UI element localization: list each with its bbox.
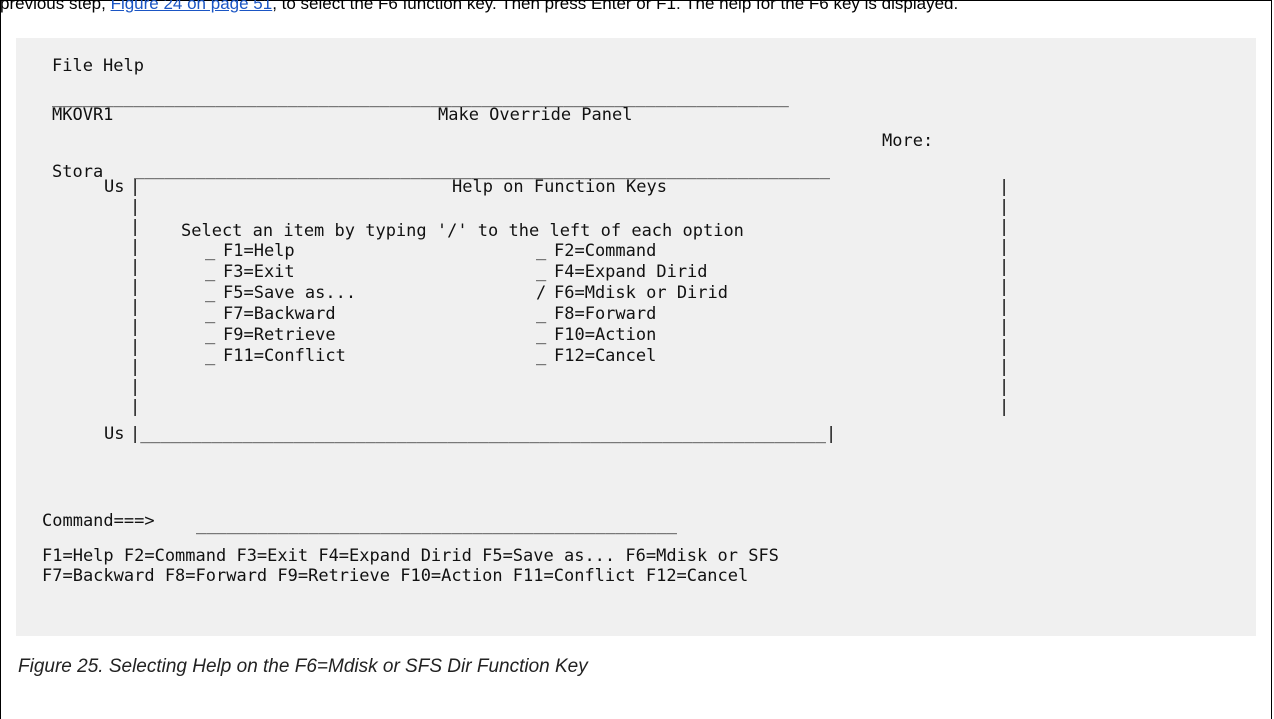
user-label-bottom: Us: [104, 424, 125, 444]
option-f8-select[interactable]: _: [536, 304, 546, 324]
figure-caption: Figure 25. Selecting Help on the F6=Mdis…: [18, 656, 588, 677]
command-input[interactable]: ________________________________________…: [196, 515, 677, 535]
option-f4-select[interactable]: _: [536, 262, 546, 282]
intro-text: previous step, Figure 24 on page 51, to …: [0, 0, 958, 14]
panel-title: Make Override Panel: [438, 105, 633, 125]
option-f9-label: F9=Retrieve: [223, 325, 336, 345]
option-f10-label: F10=Action: [554, 325, 657, 345]
option-f7-select[interactable]: _: [205, 304, 215, 324]
option-f11-label: F11=Conflict: [223, 346, 346, 366]
figure-link[interactable]: Figure 24 on page 51: [111, 0, 273, 13]
intro-before: previous step,: [0, 0, 111, 13]
command-label: Command===>: [42, 511, 155, 531]
option-f11-select[interactable]: _: [205, 346, 215, 366]
popup-instruction: Select an item by typing '/' to the left…: [181, 221, 744, 241]
option-f5-select[interactable]: _: [205, 283, 215, 303]
menu-file[interactable]: File: [52, 56, 93, 76]
option-f5-label: F5=Save as...: [223, 283, 357, 303]
option-f6-select[interactable]: /: [536, 283, 546, 303]
option-f3-select[interactable]: _: [205, 262, 215, 282]
option-f2-select[interactable]: _: [536, 241, 546, 261]
header-separator: ________________________________________…: [52, 88, 789, 108]
popup-bottom-border: |_______________________________________…: [130, 424, 837, 444]
option-f10-select[interactable]: _: [536, 325, 546, 345]
popup-left-border: | | | | | | | | | | | |: [130, 177, 141, 417]
option-f12-select[interactable]: _: [536, 346, 546, 366]
popup-right-border: | | | | | | | | | | | |: [999, 177, 1010, 417]
option-f4-label: F4=Expand Dirid: [554, 262, 708, 282]
option-f8-label: F8=Forward: [554, 304, 657, 324]
menu-help[interactable]: Help: [103, 56, 144, 76]
popup-title: Help on Function Keys: [452, 177, 667, 197]
option-f7-label: F7=Backward: [223, 304, 336, 324]
option-f9-select[interactable]: _: [205, 325, 215, 345]
storage-label: Stora: [52, 162, 104, 182]
function-keys-line-1: F1=Help F2=Command F3=Exit F4=Expand Dir…: [42, 546, 779, 566]
function-keys-line-2: F7=Backward F8=Forward F9=Retrieve F10=A…: [42, 566, 749, 586]
option-f6-label: F6=Mdisk or Dirid: [554, 283, 728, 303]
more-indicator: More:: [882, 131, 934, 151]
option-f3-label: F3=Exit: [223, 262, 295, 282]
intro-after: , to select the F6 function key. Then pr…: [272, 0, 959, 13]
option-f2-label: F2=Command: [554, 241, 657, 261]
option-f1-label: F1=Help: [223, 241, 295, 261]
option-f12-label: F12=Cancel: [554, 346, 657, 366]
panel-id: MKOVR1: [52, 105, 114, 125]
option-f1-select[interactable]: _: [205, 241, 215, 261]
terminal-screen: File Help ______________________________…: [16, 38, 1256, 636]
user-label-top: Us: [104, 177, 125, 197]
